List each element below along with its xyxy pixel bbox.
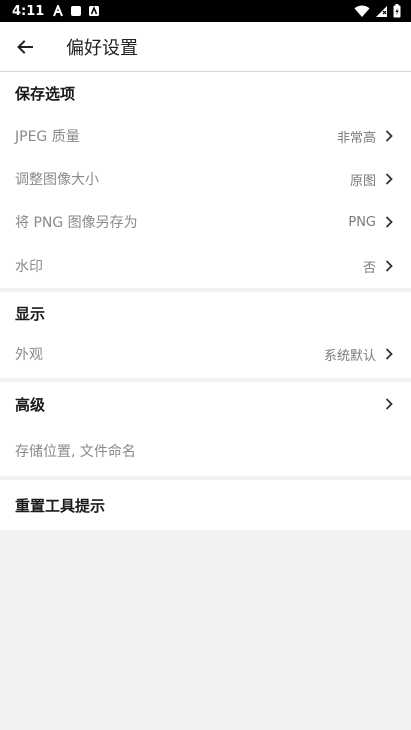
signal-icon [376,5,387,17]
reset-tooltips-button[interactable]: 重置工具提示 [0,480,411,530]
setting-advanced[interactable]: 高级 [0,382,411,426]
chevron-right-icon [385,130,393,142]
setting-appearance[interactable]: 外观 系统默认 [0,334,411,378]
setting-label: 外观 [15,347,43,363]
setting-value: 否 [362,260,376,276]
back-button[interactable] [0,22,50,72]
arrow-back-icon [17,39,33,54]
setting-resize-image[interactable]: 调整图像大小 原图 [0,158,411,200]
setting-label: 水印 [15,259,43,275]
wifi-icon [354,5,370,17]
setting-value: PNG [348,214,376,230]
square-notification-icon [71,6,82,16]
chevron-right-icon [385,173,393,185]
section-reset: 重置工具提示 [0,480,411,530]
section-save-options: 保存选项 JPEG 质量 非常高 调整图像大小 原图 将 PNG 图像另存为 P… [0,72,411,288]
app-notification-icon [53,5,64,17]
section-header-save-options: 保存选项 [15,84,76,103]
chevron-right-icon [385,260,393,272]
page-title: 偏好设置 [66,37,138,59]
advanced-subtitle: 存储位置, 文件命名 [15,444,136,460]
status-bar: 4:11 [0,0,411,22]
setting-value: 系统默认 [323,348,376,364]
setting-watermark[interactable]: 水印 否 [0,244,411,288]
section-advanced[interactable]: 高级 存储位置, 文件命名 [0,382,411,476]
setting-save-png-as[interactable]: 将 PNG 图像另存为 PNG [0,200,411,244]
setting-label: 将 PNG 图像另存为 [15,215,138,231]
section-header-advanced: 高级 [15,395,46,414]
chevron-right-icon [385,398,393,410]
section-display: 显示 外观 系统默认 [0,292,411,378]
setting-value: 原图 [349,173,376,189]
setting-jpeg-quality[interactable]: JPEG 质量 非常高 [0,114,411,158]
app-badge-icon [89,6,100,16]
setting-value: 非常高 [336,130,376,146]
battery-icon [393,4,401,18]
setting-label: JPEG 质量 [15,129,80,145]
status-time: 4:11 [12,3,45,19]
chevron-right-icon [385,348,393,360]
section-header-display: 显示 [15,304,46,323]
setting-label: 调整图像大小 [15,172,99,188]
app-bar: 偏好设置 [0,22,411,72]
chevron-right-icon [385,216,393,228]
